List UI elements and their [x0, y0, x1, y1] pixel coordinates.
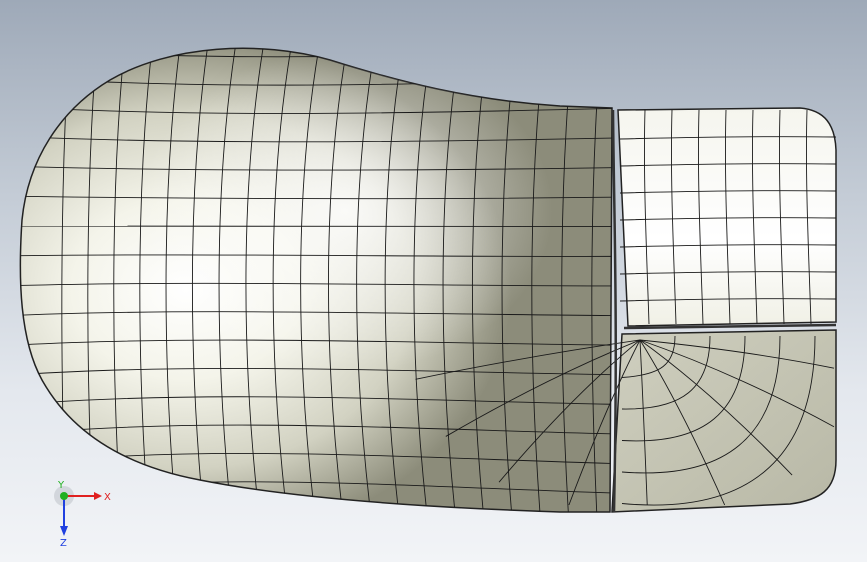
reference-triad: X Y Z [54, 480, 111, 548]
z-axis-label: Z [60, 538, 67, 548]
z-axis-arrow [60, 526, 68, 536]
y-axis-label: Y [57, 480, 65, 491]
right-button-bottom-surface[interactable] [611, 329, 837, 513]
x-axis-label: X [104, 492, 111, 503]
x-axis-arrow [94, 492, 102, 500]
model-view[interactable] [0, 0, 867, 562]
graphics-viewport[interactable]: X Y Z [0, 0, 867, 562]
button-split-line [611, 109, 617, 513]
mesh-line [20, 48, 612, 58]
y-axis-dot [60, 492, 68, 500]
